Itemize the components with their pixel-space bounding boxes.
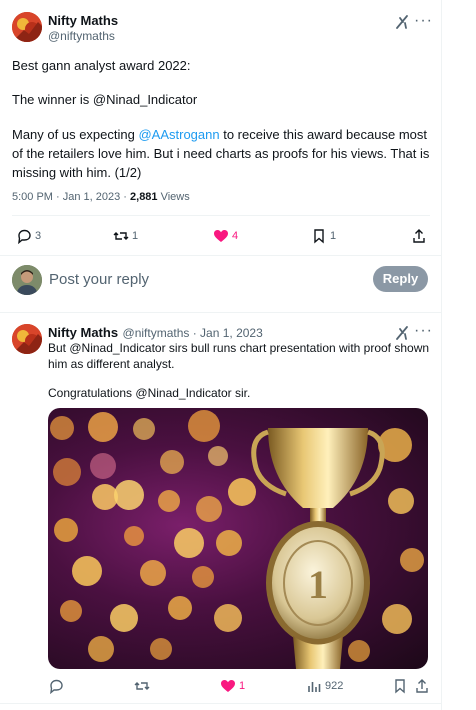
views-label: Views <box>157 191 190 203</box>
bookmark-button[interactable]: 1 <box>311 228 336 244</box>
share-icon <box>416 679 428 693</box>
reply-icon <box>50 679 63 694</box>
heart-filled-icon <box>221 680 235 692</box>
reply-button[interactable] <box>48 678 64 694</box>
retweet-icon <box>134 682 150 690</box>
reply-button[interactable]: 3 <box>16 228 41 244</box>
reply-count: 3 <box>35 230 42 242</box>
timeline-column: Nifty Maths @niftymaths ··· Best gann an… <box>0 0 442 710</box>
more-options-icon[interactable]: ··· <box>414 322 433 340</box>
bookmark-button[interactable] <box>392 678 408 694</box>
user-avatar[interactable] <box>12 265 42 295</box>
tweet-media-image[interactable]: 1 <box>48 408 428 669</box>
avatar-image <box>12 12 42 42</box>
bookmark-count: 1 <box>330 230 337 242</box>
views-button[interactable]: 922 <box>306 678 343 694</box>
heart-filled-icon <box>214 230 228 242</box>
divider <box>12 215 430 216</box>
reply-line-1: But @Ninad_Indicator sirs bull runs char… <box>48 341 430 355</box>
reply-icon <box>18 229 31 244</box>
reply-author-avatar[interactable] <box>12 324 42 354</box>
para-line-2: of the retailers love him. But i need ch… <box>12 146 430 161</box>
reply-input[interactable]: Post your reply <box>49 271 149 288</box>
divider <box>0 312 442 313</box>
views-count: 922 <box>325 680 344 692</box>
reply-line-2: him as different analyst. <box>48 357 175 371</box>
mention-link[interactable]: @AAstrogann <box>138 127 219 142</box>
more-options-icon[interactable]: ··· <box>414 12 433 30</box>
tweet-paragraph: Many of us expecting @AAstrogann to rece… <box>12 125 432 182</box>
like-button[interactable]: 1 <box>220 678 245 694</box>
bookmark-icon <box>314 229 324 244</box>
tweet-line-2: The winner is @Ninad_Indicator <box>12 92 198 107</box>
reply-author-name[interactable]: Nifty Maths <box>48 325 118 340</box>
share-button[interactable] <box>414 678 430 694</box>
analytics-icon <box>308 682 321 692</box>
like-button[interactable]: 4 <box>213 228 238 244</box>
share-button[interactable] <box>411 228 427 244</box>
divider <box>0 703 442 704</box>
bookmark-icon <box>395 679 405 694</box>
avatar-image <box>12 324 42 354</box>
retweet-icon <box>113 232 129 240</box>
timestamp[interactable]: 5:00 PM · Jan 1, 2023 · <box>12 191 130 203</box>
like-count: 4 <box>232 230 239 242</box>
user-avatar-image <box>12 265 42 295</box>
like-count: 1 <box>239 680 246 692</box>
tweet-line-1: Best gann analyst award 2022: <box>12 58 191 73</box>
grok-icon[interactable] <box>394 325 410 341</box>
grok-icon[interactable] <box>394 14 410 30</box>
author-name[interactable]: Nifty Maths <box>48 13 118 28</box>
reply-submit-button[interactable]: Reply <box>373 266 428 292</box>
reply-meta[interactable]: @niftymaths · Jan 1, 2023 <box>123 326 263 340</box>
trophy-number: 1 <box>308 562 328 607</box>
reply-line-3: Congratulations @Ninad_Indicator sir. <box>48 386 251 400</box>
retweet-button[interactable] <box>134 678 150 694</box>
author-handle[interactable]: @niftymaths <box>48 29 118 43</box>
para-prefix: Many of us expecting <box>12 127 139 142</box>
trophy-illustration: 1 <box>251 428 385 669</box>
divider <box>0 255 442 256</box>
tweet-timestamp-row: 5:00 PM · Jan 1, 2023 · 2,881 Views <box>12 191 190 203</box>
share-icon <box>413 229 425 243</box>
para-line-3: missing with him. (1/2) <box>12 165 142 180</box>
author-avatar[interactable] <box>12 12 42 42</box>
views-count: 2,881 <box>130 191 158 203</box>
retweet-count: 1 <box>132 230 139 242</box>
para-rest: to receive this award because most <box>219 127 427 142</box>
retweet-button[interactable]: 1 <box>113 228 138 244</box>
